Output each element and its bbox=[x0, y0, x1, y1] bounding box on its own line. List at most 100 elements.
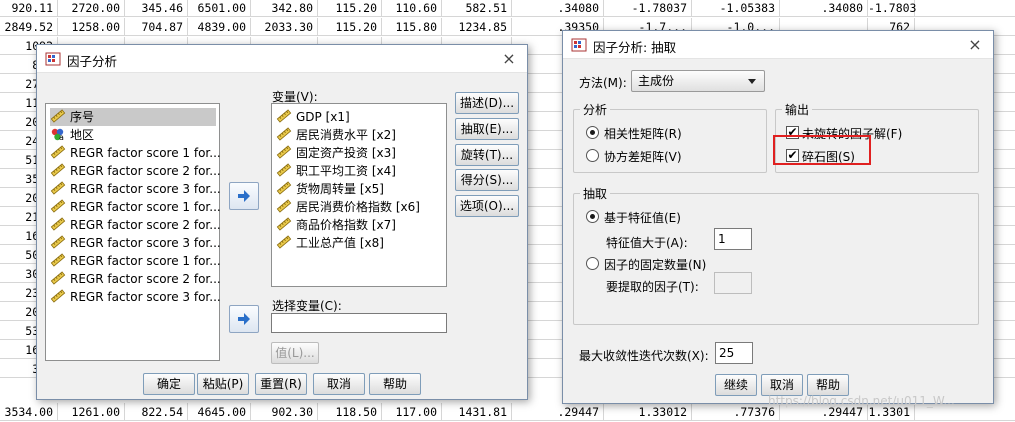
grid-cell[interactable]: 110.60 bbox=[382, 0, 442, 17]
grid-cell[interactable]: 115.20 bbox=[318, 0, 382, 17]
descriptives-button[interactable]: 描述(D)... bbox=[455, 92, 519, 114]
grid-cell[interactable]: 1261.00 bbox=[58, 403, 125, 421]
ruler-icon bbox=[50, 199, 66, 213]
grid-cell[interactable]: 582.51 bbox=[442, 0, 512, 17]
eigenvalue-threshold-input[interactable]: 1 bbox=[714, 228, 752, 250]
value-button[interactable]: 值(L)... bbox=[271, 342, 319, 364]
fixed-factors-radio[interactable] bbox=[586, 257, 599, 270]
grid-cell[interactable]: 4645.00 bbox=[188, 403, 251, 421]
source-variable-item[interactable]: REGR factor score 1 for... bbox=[50, 198, 221, 216]
analysis-variable-item[interactable]: 职工平均工资 [x4] bbox=[276, 162, 396, 180]
scores-button[interactable]: 得分(S)... bbox=[455, 169, 519, 191]
source-variable-label: REGR factor score 1 for... bbox=[70, 200, 221, 214]
covariance-matrix-radio[interactable] bbox=[586, 149, 599, 162]
cancel-button[interactable]: 取消 bbox=[313, 373, 365, 395]
ruler-icon bbox=[276, 199, 292, 213]
grid-cell[interactable]: 345.46 bbox=[125, 0, 188, 17]
source-variable-item[interactable]: REGR factor score 3 for... bbox=[50, 234, 221, 252]
source-variable-label: REGR factor score 2 for... bbox=[70, 218, 221, 232]
source-variable-label: REGR factor score 3 for... bbox=[70, 182, 221, 196]
ruler-icon bbox=[276, 163, 292, 177]
variables-list[interactable]: GDP [x1] 居民消费水平 [x2] 固定资产投资 [x3] 职工平均工资 [x4… bbox=[271, 103, 447, 287]
source-variable-item[interactable]: REGR factor score 1 for... bbox=[50, 144, 221, 162]
source-variable-list[interactable]: 序号 a 地区 REGR factor score 1 for... REGR fact… bbox=[45, 103, 221, 361]
ok-button[interactable]: 确定 bbox=[143, 373, 195, 395]
extraction-button[interactable]: 抽取(E)... bbox=[455, 118, 519, 140]
grid-cell[interactable]: 4839.00 bbox=[188, 18, 251, 36]
selection-variable-field[interactable] bbox=[271, 313, 447, 333]
analysis-variable-item[interactable]: 货物周转量 [x5] bbox=[276, 180, 384, 198]
source-variable-label: REGR factor score 3 for... bbox=[70, 236, 221, 250]
grid-cell[interactable]: 342.80 bbox=[251, 0, 318, 17]
grid-cell[interactable]: 704.87 bbox=[125, 18, 188, 36]
grid-cell[interactable]: 1431.81 bbox=[442, 403, 512, 421]
dialog-title: 因子分析: 抽取 bbox=[593, 40, 677, 55]
grid-cell[interactable]: .77376 bbox=[692, 403, 780, 421]
grid-cell[interactable]: 822.54 bbox=[125, 403, 188, 421]
grid-cell[interactable]: 2720.00 bbox=[58, 0, 125, 17]
selection-variable-label: 选择变量(C): bbox=[272, 299, 342, 313]
analysis-variable-item[interactable]: 工业总产值 [x8] bbox=[276, 234, 384, 252]
grid-cell[interactable]: 3534.00 bbox=[0, 403, 58, 421]
analysis-variable-item[interactable]: 居民消费价格指数 [x6] bbox=[276, 198, 420, 216]
svg-text:a: a bbox=[59, 133, 64, 141]
title-bar[interactable]: 因子分析 × bbox=[37, 45, 527, 73]
grid-cell[interactable]: 6501.00 bbox=[188, 0, 251, 17]
grid-cell[interactable]: 2033.30 bbox=[251, 18, 318, 36]
grid-cell[interactable]: 1234.85 bbox=[442, 18, 512, 36]
grid-cell[interactable]: 117.00 bbox=[382, 403, 442, 421]
move-to-selection-button[interactable] bbox=[229, 305, 259, 333]
title-bar[interactable]: 因子分析: 抽取 × bbox=[563, 31, 993, 59]
grid-cell[interactable]: 115.80 bbox=[382, 18, 442, 36]
grid-cell[interactable]: .34080 bbox=[780, 0, 868, 17]
eigenvalue-radio[interactable] bbox=[586, 210, 599, 223]
continue-button[interactable]: 继续 bbox=[715, 374, 757, 396]
cancel-button[interactable]: 取消 bbox=[761, 374, 803, 396]
analysis-variable-label: 居民消费水平 [x2] bbox=[296, 128, 396, 142]
reset-button[interactable]: 重置(R) bbox=[255, 373, 307, 395]
analysis-variable-item[interactable]: 居民消费水平 [x2] bbox=[276, 126, 396, 144]
paste-button[interactable]: 粘贴(P) bbox=[197, 373, 249, 395]
ruler-icon bbox=[50, 217, 66, 231]
grid-cell[interactable]: -1.7803 bbox=[868, 0, 916, 17]
source-variable-item[interactable]: REGR factor score 3 for... bbox=[50, 288, 221, 306]
grid-cell[interactable]: 2849.52 bbox=[0, 18, 58, 36]
grid-cell[interactable]: .29447 bbox=[512, 403, 604, 421]
analysis-variable-item[interactable]: GDP [x1] bbox=[276, 108, 350, 126]
analysis-variable-item[interactable]: 固定资产投资 [x3] bbox=[276, 144, 396, 162]
source-variable-item[interactable]: a 地区 bbox=[50, 126, 94, 144]
source-variable-item[interactable]: REGR factor score 2 for... bbox=[50, 162, 221, 180]
options-button[interactable]: 选项(O)... bbox=[455, 195, 519, 217]
help-button[interactable]: 帮助 bbox=[807, 374, 849, 396]
method-select[interactable]: 主成份 bbox=[631, 70, 765, 92]
correlation-matrix-label: 相关性矩阵(R) bbox=[604, 127, 682, 141]
factors-to-extract-input[interactable] bbox=[714, 272, 752, 294]
grid-cell[interactable]: 902.30 bbox=[251, 403, 318, 421]
max-iterations-input[interactable]: 25 bbox=[715, 342, 753, 364]
grid-cell[interactable]: 1258.00 bbox=[58, 18, 125, 36]
close-icon[interactable]: × bbox=[963, 33, 987, 57]
ruler-icon bbox=[50, 109, 66, 123]
close-icon[interactable]: × bbox=[497, 47, 521, 71]
grid-cell[interactable]: 118.50 bbox=[318, 403, 382, 421]
source-variable-item[interactable]: 序号 bbox=[50, 108, 216, 126]
analysis-variable-item[interactable]: 商品价格指数 [x7] bbox=[276, 216, 396, 234]
grid-cell[interactable]: .34080 bbox=[512, 0, 604, 17]
grid-cell[interactable]: -1.05383 bbox=[692, 0, 780, 17]
right-arrow-icon bbox=[238, 190, 250, 202]
analysis-variable-label: 职工平均工资 [x4] bbox=[296, 164, 396, 178]
correlation-matrix-radio[interactable] bbox=[586, 126, 599, 139]
rotation-button[interactable]: 旋转(T)... bbox=[455, 144, 519, 166]
grid-cell[interactable]: -1.78037 bbox=[604, 0, 692, 17]
analysis-group: 分析 相关性矩阵(R) 协方差矩阵(V) bbox=[573, 101, 767, 173]
source-variable-item[interactable]: REGR factor score 2 for... bbox=[50, 216, 221, 234]
help-button[interactable]: 帮助 bbox=[369, 373, 421, 395]
grid-cell[interactable]: 1.33012 bbox=[604, 403, 692, 421]
source-variable-item[interactable]: REGR factor score 3 for... bbox=[50, 180, 221, 198]
ruler-icon bbox=[50, 253, 66, 267]
source-variable-item[interactable]: REGR factor score 2 for... bbox=[50, 270, 221, 288]
source-variable-item[interactable]: REGR factor score 1 for... bbox=[50, 252, 221, 270]
move-to-variables-button[interactable] bbox=[229, 182, 259, 210]
grid-cell[interactable]: 920.11 bbox=[0, 0, 58, 17]
grid-cell[interactable]: 115.20 bbox=[318, 18, 382, 36]
